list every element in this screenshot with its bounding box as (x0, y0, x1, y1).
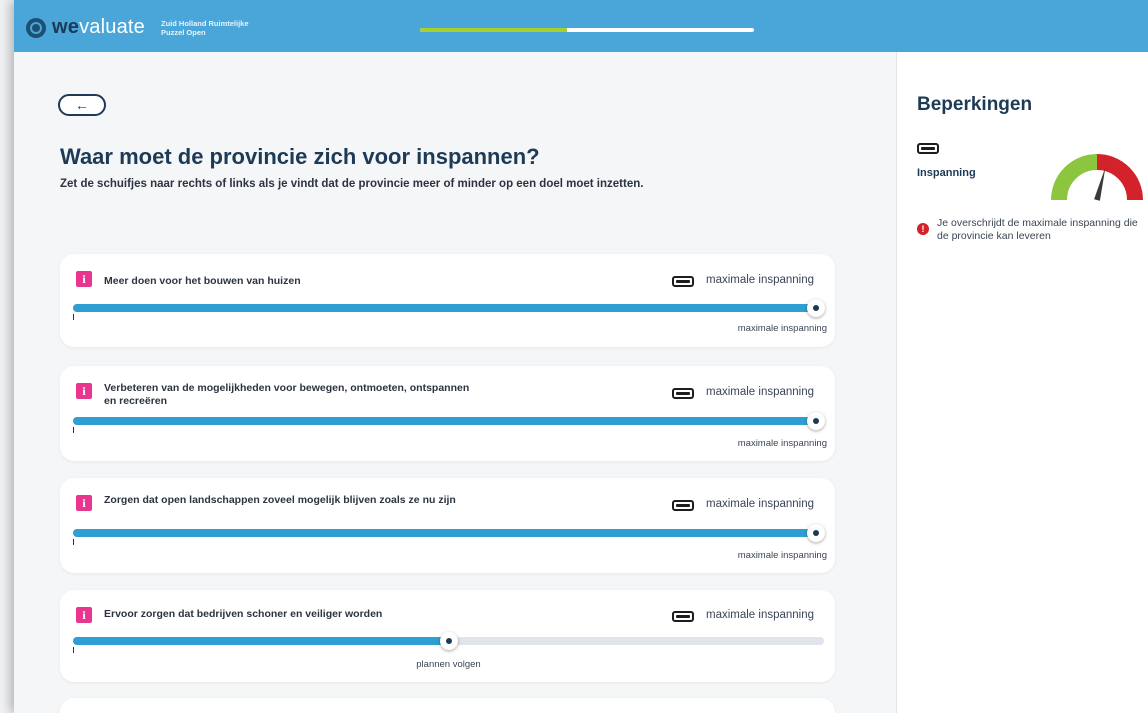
slider-handle[interactable] (807, 524, 825, 542)
logo-valuate: valuate (79, 16, 145, 38)
slider-start-tick (73, 427, 74, 433)
battery-icon (672, 500, 694, 511)
goal-status: maximale inspanning (706, 274, 815, 286)
slider-track[interactable] (73, 524, 825, 542)
slider-track[interactable] (73, 632, 824, 650)
effort-gauge (1051, 154, 1143, 201)
main-content: ← Waar moet de provincie zich voor inspa… (14, 52, 896, 713)
info-icon[interactable]: i (76, 383, 92, 399)
constraints-title: Beperkingen (917, 94, 1033, 115)
slider-track[interactable] (73, 299, 825, 317)
slider-handle[interactable] (807, 412, 825, 430)
goal-card (60, 698, 835, 713)
logo-text: wevaluate (52, 16, 145, 39)
info-icon[interactable]: i (76, 271, 92, 287)
logo-icon (26, 17, 46, 38)
slider-value-label: maximale inspanning (737, 438, 827, 449)
battery-icon (672, 611, 694, 622)
slider-fill (73, 529, 824, 537)
project-name-line1: Zuid Holland Ruimtelijke (161, 18, 249, 28)
goal-label: Meer doen voor het bouwen van huizen (104, 275, 301, 287)
goal-status: maximale inspanning (706, 609, 815, 621)
app-window: wevaluate Zuid Holland Ruimtelijke Puzze… (14, 0, 1148, 713)
slider-value-label: plannen volgen (416, 659, 481, 670)
goal-status: maximale inspanning (706, 498, 815, 510)
battery-icon (917, 143, 939, 154)
goal-status: maximale inspanning (706, 386, 815, 398)
slider-handle[interactable] (439, 632, 458, 650)
progress-fill (420, 28, 567, 32)
page-subtitle: Zet de schuifjes naar rechts of links al… (60, 178, 644, 190)
slider-start-tick (73, 647, 74, 653)
slider-start-tick (73, 539, 74, 545)
info-icon[interactable]: i (76, 495, 92, 511)
goal-card: i Ervoor zorgen dat bedrijven schoner en… (60, 590, 835, 682)
slider-track[interactable] (73, 412, 825, 430)
warning-text: Je overschrijdt de maximale inspanning d… (937, 217, 1138, 242)
warning-icon: ! (917, 223, 929, 235)
progress-bar (420, 28, 754, 32)
goal-card: i Zorgen dat open landschappen zoveel mo… (60, 478, 835, 573)
goal-card: i Meer doen voor het bouwen van huizen m… (60, 254, 835, 347)
slider-fill (73, 637, 449, 645)
goal-card: i Verbeteren van de mogelijkheden voor b… (60, 366, 835, 461)
goal-label: Verbeteren van de mogelijkheden voor bew… (104, 382, 470, 407)
project-name-line2: Puzzel Open (161, 27, 206, 37)
logo-we: we (52, 16, 80, 38)
slider-value-label: maximale inspanning (737, 550, 827, 561)
page-title: Waar moet de provincie zich voor inspann… (60, 144, 540, 169)
gauge-green-segment (1051, 154, 1098, 201)
effort-label: Inspanning (917, 167, 976, 179)
battery-icon (672, 276, 694, 287)
info-icon[interactable]: i (76, 607, 92, 623)
gauge-needle (1094, 167, 1106, 201)
project-name: Zuid Holland Ruimtelijke Puzzel Open (161, 19, 249, 37)
goal-label: Ervoor zorgen dat bedrijven schoner en v… (104, 608, 383, 620)
slider-fill (73, 417, 824, 425)
back-button[interactable]: ← (58, 94, 106, 116)
wevaluate-logo[interactable]: wevaluate Zuid Holland Ruimtelijke Puzze… (26, 16, 249, 39)
slider-handle[interactable] (807, 299, 825, 317)
slider-value-label: maximale inspanning (737, 323, 827, 334)
slider-start-tick (73, 314, 74, 320)
constraints-panel: Beperkingen Inspanning ! Je overschrijdt… (896, 52, 1148, 713)
top-bar: wevaluate Zuid Holland Ruimtelijke Puzze… (14, 0, 1148, 52)
battery-icon (672, 388, 694, 399)
goal-label: Zorgen dat open landschappen zoveel moge… (104, 494, 456, 506)
slider-fill (73, 304, 824, 312)
arrow-left-icon: ← (75, 97, 89, 113)
